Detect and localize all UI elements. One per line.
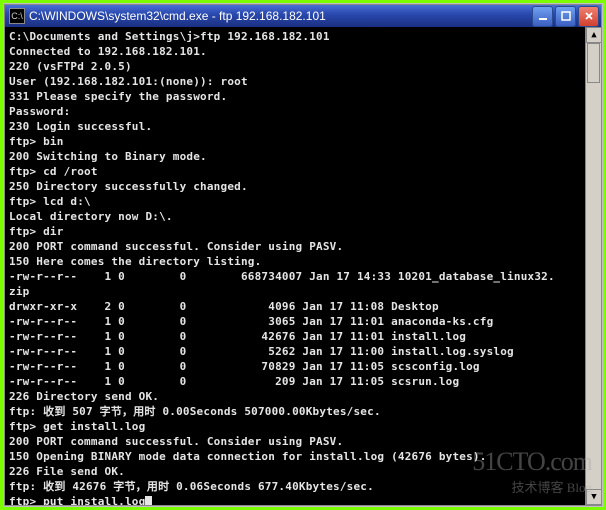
terminal-line: 250 Directory successfully changed.	[9, 179, 597, 194]
maximize-button[interactable]	[555, 6, 576, 27]
terminal-line: drwxr-xr-x 2 0 0 4096 Jan 17 11:08 Deskt…	[9, 299, 597, 314]
close-button[interactable]	[578, 6, 599, 27]
terminal-line: 226 Directory send OK.	[9, 389, 597, 404]
terminal-line: 150 Opening BINARY mode data connection …	[9, 449, 597, 464]
terminal-line: -rw-r--r-- 1 0 0 209 Jan 17 11:05 scsrun…	[9, 374, 597, 389]
terminal-output[interactable]: C:\Documents and Settings\j>ftp 192.168.…	[5, 27, 601, 505]
maximize-icon	[561, 11, 571, 21]
terminal-line: Connected to 192.168.182.101.	[9, 44, 597, 59]
terminal-line: ftp> get install.log	[9, 419, 597, 434]
terminal-line: Password:	[9, 104, 597, 119]
window-title: C:\WINDOWS\system32\cmd.exe - ftp 192.16…	[29, 9, 532, 23]
minimize-icon	[538, 11, 548, 21]
terminal-line: -rw-r--r-- 1 0 0 70829 Jan 17 11:05 scsc…	[9, 359, 597, 374]
terminal-line: 200 PORT command successful. Consider us…	[9, 434, 597, 449]
scroll-up-arrow[interactable]: ▲	[586, 27, 602, 43]
terminal-line: C:\Documents and Settings\j>ftp 192.168.…	[9, 29, 597, 44]
cmd-icon-text: C:\	[11, 11, 23, 21]
terminal-line: 150 Here comes the directory listing.	[9, 254, 597, 269]
cmd-window: C:\ C:\WINDOWS\system32\cmd.exe - ftp 19…	[4, 4, 602, 506]
titlebar[interactable]: C:\ C:\WINDOWS\system32\cmd.exe - ftp 19…	[5, 5, 601, 27]
terminal-line: Local directory now D:\.	[9, 209, 597, 224]
terminal-line: User (192.168.182.101:(none)): root	[9, 74, 597, 89]
window-buttons	[532, 6, 599, 27]
scroll-thumb[interactable]	[587, 43, 600, 83]
terminal-line: 230 Login successful.	[9, 119, 597, 134]
terminal-line: ftp> cd /root	[9, 164, 597, 179]
terminal-line: ftp> dir	[9, 224, 597, 239]
terminal-line: 200 Switching to Binary mode.	[9, 149, 597, 164]
terminal-line: 331 Please specify the password.	[9, 89, 597, 104]
close-icon	[584, 11, 594, 21]
terminal-line: ftp: 收到 42676 字节，用时 0.06Seconds 677.40Kb…	[9, 479, 597, 494]
minimize-button[interactable]	[532, 6, 553, 27]
terminal-line: ftp> bin	[9, 134, 597, 149]
terminal-line: -rw-r--r-- 1 0 0 42676 Jan 17 11:01 inst…	[9, 329, 597, 344]
terminal-line: -rw-r--r-- 1 0 0 5262 Jan 17 11:00 insta…	[9, 344, 597, 359]
terminal-line: 226 File send OK.	[9, 464, 597, 479]
terminal-line: ftp> lcd d:\	[9, 194, 597, 209]
terminal-line: 200 PORT command successful. Consider us…	[9, 239, 597, 254]
scroll-down-arrow[interactable]: ▼	[586, 489, 602, 505]
vertical-scrollbar[interactable]: ▲ ▼	[585, 27, 601, 505]
terminal-line: -rw-r--r-- 1 0 0 668734007 Jan 17 14:33 …	[9, 269, 597, 284]
terminal-line: -rw-r--r-- 1 0 0 3065 Jan 17 11:01 anaco…	[9, 314, 597, 329]
terminal-line: 220 (vsFTPd 2.0.5)	[9, 59, 597, 74]
cursor	[145, 496, 152, 505]
terminal-line: ftp> put install.log	[9, 494, 597, 505]
terminal-line: ftp: 收到 507 字节，用时 0.00Seconds 507000.00K…	[9, 404, 597, 419]
cmd-icon: C:\	[9, 8, 25, 24]
terminal-line: zip	[9, 284, 597, 299]
